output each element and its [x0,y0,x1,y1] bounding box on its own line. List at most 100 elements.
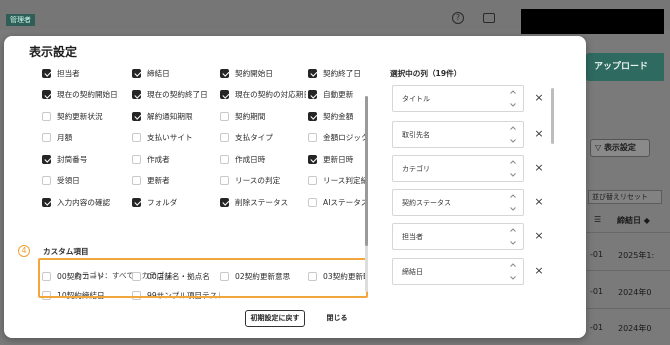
checkbox-unchecked-icon[interactable] [220,111,229,121]
column-option-checkbox[interactable]: リース判定紀 [308,174,366,188]
highlight-box [38,258,368,298]
column-option-checkbox[interactable]: 作成者 [132,152,218,166]
remove-column-icon[interactable]: × [534,128,544,139]
checkbox-checked-icon[interactable] [220,68,229,78]
checkbox-unchecked-icon[interactable] [308,133,317,142]
column-option-checkbox[interactable]: AIステータス [308,195,366,209]
selected-column-item[interactable]: 担当者 [392,223,524,250]
checkbox-checked-icon[interactable] [42,154,51,164]
move-up-icon[interactable] [509,124,517,132]
column-option-checkbox[interactable]: 作成日時 [220,152,306,166]
column-option-checkbox[interactable]: 契約開始日 [220,66,306,80]
column-option-checkbox[interactable]: 支払タイプ [220,131,306,145]
move-up-icon[interactable] [509,88,517,96]
checkbox-unchecked-icon[interactable] [132,176,141,185]
reset-defaults-button[interactable]: 初期設定に戻す [245,310,305,327]
column-header-signed-date[interactable]: 締結日 ◆ [617,215,650,226]
column-option-checkbox[interactable]: リースの判定 [220,174,306,188]
selected-column-item[interactable]: タイトル [392,85,524,112]
column-option-checkbox[interactable]: 担当者 [42,66,128,80]
selected-column-item[interactable]: 締結日 [392,258,524,285]
remove-column-icon[interactable]: × [534,162,544,173]
column-option-checkbox[interactable]: 現在の契約終了日 [132,88,218,102]
column-option-checkbox[interactable]: 更新日時 [308,152,366,166]
checkbox-unchecked-icon[interactable] [220,154,229,164]
checkbox-checked-icon[interactable] [308,90,317,99]
column-option-checkbox[interactable]: 受領日 [42,174,128,188]
checkbox-unchecked-icon[interactable] [132,133,141,142]
move-down-icon[interactable] [509,274,517,282]
checkbox-unchecked-icon[interactable] [220,133,229,142]
column-option-checkbox[interactable]: 解約通知期限 [132,109,218,123]
checkbox-checked-icon[interactable] [132,111,141,121]
column-option-checkbox[interactable]: 契約金額 [308,109,366,123]
checkbox-unchecked-icon[interactable] [308,197,317,207]
column-option-checkbox[interactable]: 契約終了日 [308,66,366,80]
column-option-checkbox[interactable]: 削除ステータス [220,195,306,209]
display-settings-button[interactable]: ▽ 表示設定 [590,139,650,157]
move-up-icon[interactable] [509,158,517,166]
column-option-checkbox[interactable]: 月額 [42,131,128,145]
checkbox-unchecked-icon[interactable] [308,176,317,185]
checkbox-checked-icon[interactable] [308,111,317,121]
move-up-icon[interactable] [509,192,517,200]
column-option-checkbox[interactable]: 現在の契約の対応期日 [220,88,306,102]
mail-icon[interactable] [483,13,495,23]
column-option-checkbox[interactable]: 契約更新状況 [42,109,128,123]
move-down-icon[interactable] [509,171,517,179]
checkbox-checked-icon[interactable] [308,154,317,164]
checkbox-unchecked-icon[interactable] [42,133,51,142]
column-option-checkbox[interactable]: 契約期間 [220,109,306,123]
modal-title: 表示設定 [29,45,78,59]
selected-column-item[interactable]: 契約ステータス [392,189,524,216]
selected-column-item[interactable]: カテゴリ [392,155,524,182]
checkbox-unchecked-icon[interactable] [220,176,229,185]
move-down-icon[interactable] [509,101,517,109]
column-option-checkbox[interactable]: 支払いサイト [132,131,218,145]
column-option-checkbox[interactable]: 封筒番号 [42,152,128,166]
upload-button[interactable]: アップロード [586,53,664,81]
left-scrollbar-thumb[interactable] [365,96,368,246]
filter-icon: ▽ [595,143,604,152]
remove-column-icon[interactable]: × [534,92,544,103]
column-option-checkbox[interactable]: 現在の契約開始日 [42,88,128,102]
checkbox-checked-icon[interactable] [42,197,51,207]
column-option-checkbox[interactable]: フォルダ [132,195,218,209]
checkbox-checked-icon[interactable] [132,197,141,207]
checkbox-unchecked-icon[interactable] [42,176,51,185]
move-up-icon[interactable] [509,226,517,234]
column-option-label: 締結日 [147,68,170,78]
checkbox-checked-icon[interactable] [132,90,141,99]
selected-column-label: タイトル [402,95,430,103]
column-option-checkbox[interactable]: 更新者 [132,174,218,188]
column-option-checkbox[interactable]: 金額ロジック [308,131,366,145]
column-option-checkbox[interactable]: 入力内容の確認 [42,195,128,209]
move-down-icon[interactable] [509,205,517,213]
help-icon[interactable]: ? [452,12,464,24]
checkbox-checked-icon[interactable] [220,197,229,207]
remove-column-icon[interactable]: × [534,196,544,207]
reset-sort-button[interactable]: 並び替えリセット [588,190,662,204]
selected-column-item[interactable]: 取引先名 [392,121,524,148]
move-down-icon[interactable] [509,137,517,145]
left-scrollbar[interactable] [365,96,368,292]
checkbox-checked-icon[interactable] [308,68,317,78]
column-option-checkbox[interactable]: 自動更新 [308,88,366,102]
close-button[interactable]: 閉じる [322,310,352,327]
remove-column-icon[interactable]: × [534,230,544,241]
checkbox-checked-icon[interactable] [220,90,229,99]
checkbox-checked-icon[interactable] [42,90,51,99]
selected-column-label: カテゴリ [402,165,430,173]
column-option-checkbox[interactable]: 締結日 [132,66,218,80]
checkbox-unchecked-icon[interactable] [132,154,141,164]
right-scrollbar[interactable] [551,88,554,144]
column-option-label: フォルダ [147,197,178,207]
move-down-icon[interactable] [509,239,517,247]
checkbox-unchecked-icon[interactable] [42,111,51,121]
move-up-icon[interactable] [509,261,517,269]
checkbox-checked-icon[interactable] [132,68,141,78]
selected-column-label: 締結日 [402,268,423,276]
column-header-sort-icon[interactable]: ☰ [594,215,601,224]
remove-column-icon[interactable]: × [534,265,544,276]
checkbox-checked-icon[interactable] [42,68,51,78]
